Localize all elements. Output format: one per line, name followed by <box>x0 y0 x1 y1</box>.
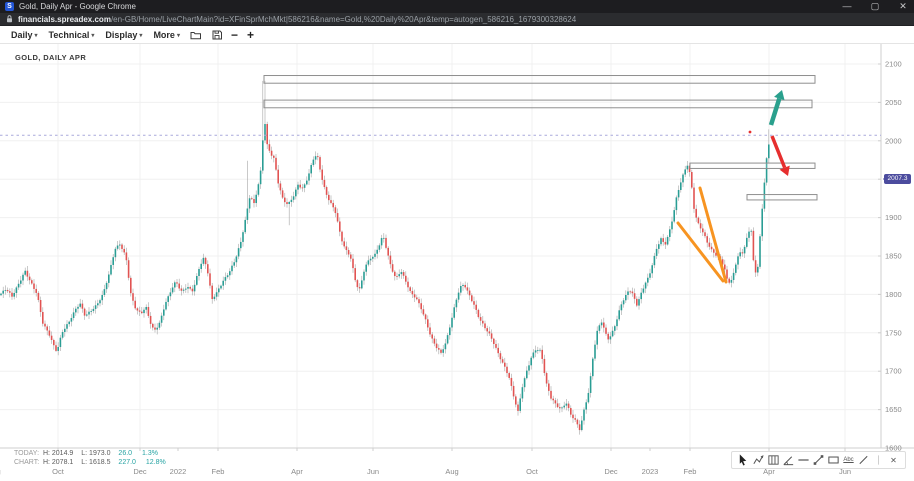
chart-toolbar: Daily▾ Technical▾ Display▾ More▾ − + <box>0 26 914 44</box>
legend-row-chart: CHART: H: 2078.1 L: 1618.5 227.0 12.8% <box>14 459 174 468</box>
date-tick-label: Aug <box>445 467 458 476</box>
open-folder-icon[interactable] <box>190 30 202 40</box>
chart-change-pct: 12.8% <box>146 459 166 468</box>
chevron-down-icon: ▾ <box>35 33 38 39</box>
menu-display[interactable]: Display▾ <box>105 30 142 40</box>
window-title: Gold, Daily Apr - Google Chrome <box>19 2 136 11</box>
chart-low: L: 1618.5 <box>81 459 110 468</box>
price-range-rectangle-drawing[interactable] <box>264 100 812 108</box>
rectangle-tool[interactable] <box>827 453 840 467</box>
chevron-down-icon: ▾ <box>139 33 142 39</box>
url-path: /en-GB/Home/LiveChartMain?id=XFinSprMchM… <box>111 15 576 24</box>
chart-area[interactable]: 2100205020001950190018501800175017001650… <box>0 44 914 481</box>
price-tick-label: 1650 <box>885 405 902 414</box>
legend-row-today: TODAY: H: 2014.9 L: 1973.0 26.0 1.3% <box>14 450 174 459</box>
date-tick-label: Feb <box>212 467 225 476</box>
chart-high: H: 2078.1 <box>43 459 73 468</box>
date-tick-label: Apr <box>291 467 303 476</box>
diagonal-line-tool[interactable] <box>857 453 870 467</box>
menu-daily[interactable]: Daily▾ <box>11 30 38 40</box>
site-favicon: S <box>5 2 14 11</box>
price-tick-label: 1800 <box>885 290 902 299</box>
close-button[interactable]: ✕ <box>896 0 910 13</box>
candlestick-chart[interactable]: 2100205020001950190018501800175017001650… <box>0 44 914 481</box>
price-tick-label: 1900 <box>885 213 902 222</box>
legend-label: CHART: <box>14 459 41 468</box>
trend-line-tool[interactable] <box>812 453 825 467</box>
date-tick-label: 2023 <box>642 467 659 476</box>
date-tick-label: Dec <box>133 467 147 476</box>
menu-technical[interactable]: Technical▾ <box>49 30 95 40</box>
price-tick-label: 1850 <box>885 252 902 261</box>
current-price-badge: 2007.3 <box>884 174 911 184</box>
fib-grid-tool[interactable] <box>767 453 780 467</box>
date-tick-label: Oct <box>52 467 65 476</box>
date-tick-label: Dec <box>604 467 618 476</box>
chart-change: 227.0 <box>118 459 136 468</box>
chevron-down-icon: ▾ <box>91 33 94 39</box>
date-tick-label: Jun <box>367 467 379 476</box>
price-tick-label: 1700 <box>885 367 902 376</box>
price-tick-label: 2000 <box>885 136 902 145</box>
today-high: H: 2014.9 <box>43 450 73 459</box>
price-tick-label: 1750 <box>885 328 902 337</box>
chevron-down-icon: ▾ <box>177 33 180 39</box>
window-title-bar: S Gold, Daily Apr - Google Chrome — ▢ ✕ <box>0 0 914 13</box>
price-range-rectangle-drawing[interactable] <box>690 163 815 168</box>
maximize-button[interactable]: ▢ <box>868 0 882 13</box>
zoom-out-button[interactable]: − <box>231 28 238 42</box>
current-price-marker <box>749 131 752 134</box>
drawing-toolbar: Abc ✕ <box>731 451 906 469</box>
today-change-pct: 1.3% <box>142 450 158 459</box>
lock-icon[interactable] <box>6 15 13 23</box>
price-range-rectangle-drawing[interactable] <box>264 76 815 84</box>
save-icon[interactable] <box>212 30 222 40</box>
date-tick-label: Feb <box>684 467 697 476</box>
date-tick-label: Oct <box>526 467 539 476</box>
price-range-rectangle-drawing[interactable] <box>747 195 817 200</box>
toolbar-separator <box>872 453 885 467</box>
menu-more[interactable]: More▾ <box>153 30 180 40</box>
address-bar: financials.spreadex.com/en-GB/Home/LiveC… <box>0 13 914 26</box>
price-tick-label: 2100 <box>885 60 902 69</box>
angle-tool[interactable] <box>782 453 795 467</box>
price-tick-label: 2050 <box>885 98 902 107</box>
url-domain: financials.spreadex.com <box>18 15 111 24</box>
candle-bodies-layer <box>0 124 769 430</box>
zoom-in-button[interactable]: + <box>247 28 254 42</box>
down-arrow-drawing[interactable] <box>772 136 790 176</box>
polyline-arrow-tool[interactable] <box>752 453 765 467</box>
minimize-button[interactable]: — <box>840 0 854 13</box>
legend-label: TODAY: <box>14 450 41 459</box>
date-tick-label: 2022 <box>170 467 187 476</box>
horizontal-line-tool[interactable] <box>797 453 810 467</box>
pointer-tool[interactable] <box>737 453 750 467</box>
today-change: 26.0 <box>118 450 132 459</box>
today-low: L: 1973.0 <box>81 450 110 459</box>
text-tool[interactable]: Abc <box>842 453 855 467</box>
close-tool[interactable]: ✕ <box>887 453 900 467</box>
date-tick-label: Aug <box>0 467 1 476</box>
url-input[interactable]: financials.spreadex.com/en-GB/Home/LiveC… <box>18 15 576 24</box>
ohlc-legend: TODAY: H: 2014.9 L: 1973.0 26.0 1.3% CHA… <box>14 450 174 467</box>
symbol-label: GOLD, DAILY APR <box>15 53 86 62</box>
